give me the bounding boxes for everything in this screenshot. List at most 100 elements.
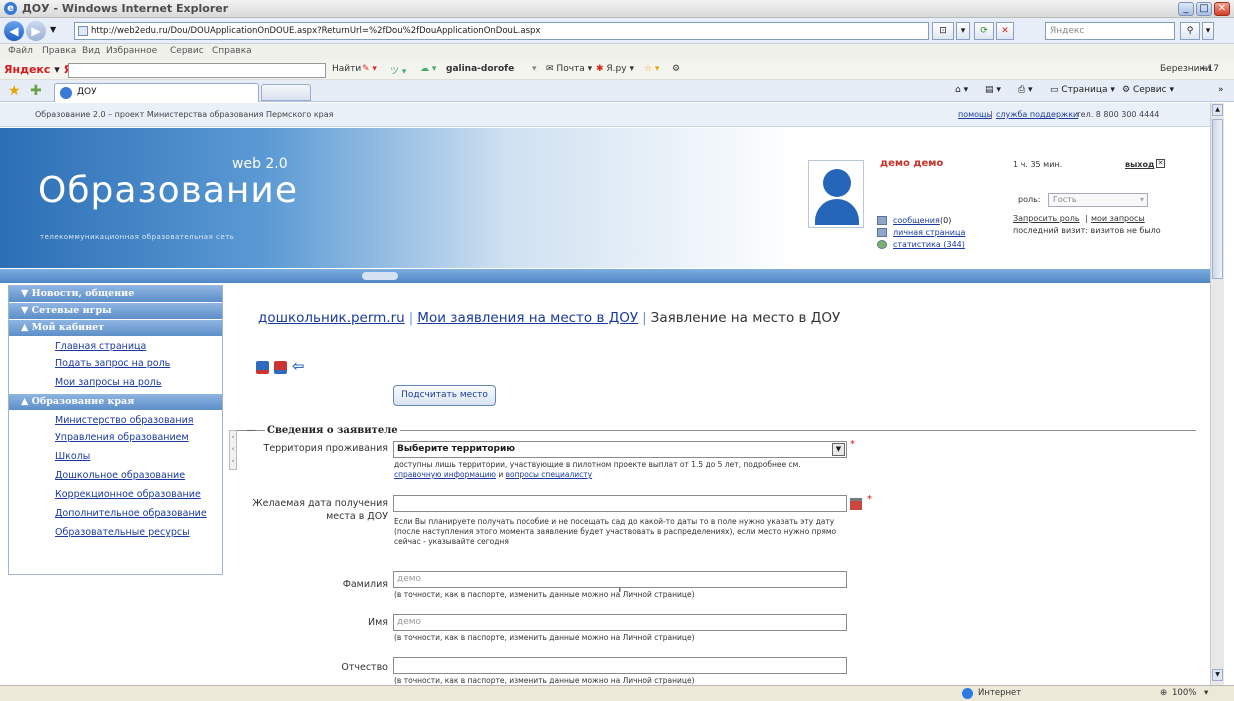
count-place-button[interactable]: Подсчитать место — [393, 385, 496, 406]
yandex-user-dropdown[interactable]: ▾ — [532, 64, 537, 74]
logout-link[interactable]: выход — [1125, 160, 1154, 169]
tab-dou-label: ДОУ — [77, 87, 97, 97]
desired-date-input[interactable] — [393, 495, 847, 512]
ask-specialist-link[interactable]: вопросы специалисту — [506, 470, 593, 479]
print-icon[interactable]: ⎙ ▾ — [1018, 85, 1033, 95]
yandex-yaru[interactable]: ✱ Я.ру ▾ — [596, 64, 634, 74]
url-field[interactable]: http://web2edu.ru/Dou/DOUApplicationOnDO… — [74, 22, 929, 40]
breadcrumb-my-applications[interactable]: Мои заявления на место в ДОУ — [417, 310, 638, 326]
sidebar-section-cabinet[interactable]: ▲ Мой кабинет — [9, 320, 222, 337]
new-tab-button[interactable] — [261, 84, 311, 101]
minimize-button[interactable]: _ — [1178, 2, 1194, 16]
site-top-strip: Образование 2.0 – проект Министерства об… — [0, 103, 1210, 127]
menu-edit[interactable]: Правка — [42, 46, 76, 56]
calendar-icon[interactable] — [850, 498, 862, 510]
role-select[interactable]: Гость ▾ — [1048, 193, 1148, 207]
sidebar-section-education[interactable]: ▲ Образование края — [9, 394, 222, 411]
help-link[interactable]: помощь — [958, 110, 991, 119]
required-marker: * — [867, 494, 872, 505]
menu-favorites[interactable]: Избранное — [106, 46, 157, 56]
sidebar-item-my-requests[interactable]: Мои запросы на роль — [9, 375, 222, 394]
maximize-button[interactable]: □ — [1196, 2, 1212, 16]
firstname-label: Имя — [368, 617, 388, 628]
favorites-icon[interactable]: ★ — [8, 83, 21, 99]
search-options-icon[interactable]: ▾ — [1202, 22, 1214, 40]
sidebar-item-correctional[interactable]: Коррекционное образование — [9, 487, 222, 506]
add-favorites-icon[interactable]: ✚ — [30, 83, 42, 99]
chevron-down-icon[interactable]: ▼ — [832, 443, 845, 456]
stop-icon[interactable]: ✕ — [996, 22, 1014, 40]
url-dropdown-icon[interactable]: ▾ — [956, 22, 970, 40]
stats-link[interactable]: статистика (344) — [893, 240, 965, 249]
middlename-input[interactable] — [393, 657, 847, 674]
yandex-search-input[interactable] — [68, 63, 326, 78]
vertical-scrollbar[interactable]: ▲ ▼ — [1210, 103, 1224, 685]
profile-link[interactable]: личная страница — [893, 228, 965, 237]
menu-tools[interactable]: Сервис — [170, 46, 204, 56]
breadcrumb: дошкольник.perm.ru | Мои заявления на мест… — [258, 310, 841, 326]
settings-gear-icon[interactable]: ⚙ — [672, 64, 680, 74]
sidebar-section-news[interactable]: ▼ Новости, общение — [9, 286, 222, 303]
forward-button[interactable]: ▶ — [26, 21, 46, 41]
weather-icon[interactable]: ☁ ▾ — [420, 64, 436, 74]
refresh-icon[interactable]: ⟳ — [974, 22, 994, 40]
zoom-icon[interactable]: ⊕ — [1160, 688, 1167, 698]
brush-icon[interactable]: ✎ ▾ — [362, 64, 377, 74]
history-dropdown-icon[interactable]: ▼ — [50, 25, 56, 34]
save-icon[interactable] — [256, 361, 269, 374]
user-name[interactable]: демо демо — [880, 158, 943, 169]
sidebar-item-schools[interactable]: Школы — [9, 449, 222, 468]
save-close-icon[interactable] — [274, 361, 287, 374]
feeds-icon[interactable]: ▤ ▾ — [985, 85, 1001, 95]
scroll-down-icon[interactable]: ▼ — [1212, 669, 1223, 681]
close-icon[interactable]: ✕ — [1156, 159, 1165, 168]
home-icon[interactable]: ⌂ ▾ — [955, 85, 968, 95]
tab-dou[interactable]: ДОУ — [54, 83, 259, 102]
banner-collapse-handle[interactable] — [362, 272, 398, 280]
search-icon[interactable]: ⚲ — [1180, 22, 1200, 40]
sidebar-item-resources[interactable]: Образовательные ресурсы — [9, 525, 222, 544]
page-menu[interactable]: ▭ Страница ▾ — [1050, 85, 1115, 95]
my-requests-link[interactable]: мои запросы — [1091, 214, 1145, 223]
yandex-user[interactable]: galina-dorofe — [446, 64, 514, 74]
avatar[interactable] — [808, 160, 864, 228]
messages-link[interactable]: сообщения — [893, 216, 940, 225]
close-button[interactable]: ✕ — [1214, 2, 1230, 16]
menu-help[interactable]: Справка — [212, 46, 252, 56]
sidebar-item-additional[interactable]: Дополнительное образование — [9, 506, 222, 525]
breadcrumb-site[interactable]: дошкольник.perm.ru — [258, 310, 405, 326]
yandex-logo[interactable]: Яндекс ▾ Я — [4, 63, 72, 76]
firstname-input[interactable]: демо — [393, 614, 847, 631]
more-commands-icon[interactable]: » — [1218, 85, 1224, 95]
sidebar-item-preschool[interactable]: Дошкольное образование — [9, 468, 222, 487]
firstname-hint: (в точности, как в паспорте, изменить да… — [394, 633, 695, 642]
sidebar-item-request-role[interactable]: Подать запрос на роль — [9, 356, 222, 375]
support-link[interactable]: служба поддержки — [996, 110, 1078, 119]
sidebar-section-games[interactable]: ▼ Сетевые игры — [9, 303, 222, 320]
zoom-level[interactable]: 100% — [1172, 688, 1196, 698]
sidebar-item-ministry[interactable]: Министерство образования — [9, 411, 222, 430]
request-role-link[interactable]: Запросить роль — [1013, 214, 1080, 223]
menu-file[interactable]: Файл — [8, 46, 33, 56]
scroll-up-icon[interactable]: ▲ — [1212, 104, 1223, 116]
scrollbar-thumb[interactable] — [1212, 119, 1223, 279]
yandex-mail[interactable]: ✉ Почта ▾ — [546, 64, 592, 74]
favorites-star-icon[interactable]: ☆ ▾ — [644, 64, 659, 74]
back-arrow-icon[interactable]: ⇦ — [292, 357, 305, 375]
zoom-dropdown-icon[interactable]: ▾ — [1204, 688, 1208, 698]
yandex-find-button[interactable]: Найти — [332, 64, 361, 74]
lastname-input[interactable]: демо — [393, 571, 847, 588]
tools-menu[interactable]: ⚙ Сервис ▾ — [1122, 85, 1174, 95]
sidebar-item-home[interactable]: Главная страница — [9, 337, 222, 356]
reference-info-link[interactable]: справочную информацию — [394, 470, 496, 479]
middlename-label: Отчество — [341, 662, 388, 673]
back-button[interactable]: ◀ — [4, 21, 24, 41]
sidebar-item-departments[interactable]: Управления образованием — [9, 430, 222, 449]
search-input[interactable]: Яндекс — [1045, 22, 1175, 40]
site-logo[interactable]: Образование — [38, 170, 298, 211]
territory-select[interactable]: Выберите территорию ▼ — [393, 441, 847, 458]
sidebar-collapse-toggle[interactable]: ‹ ‹ ‹ — [229, 430, 237, 470]
translate-icon[interactable]: ツ ▾ — [390, 64, 406, 77]
menu-view[interactable]: Вид — [82, 46, 100, 56]
compat-view-icon[interactable]: ⊡ — [932, 22, 954, 40]
